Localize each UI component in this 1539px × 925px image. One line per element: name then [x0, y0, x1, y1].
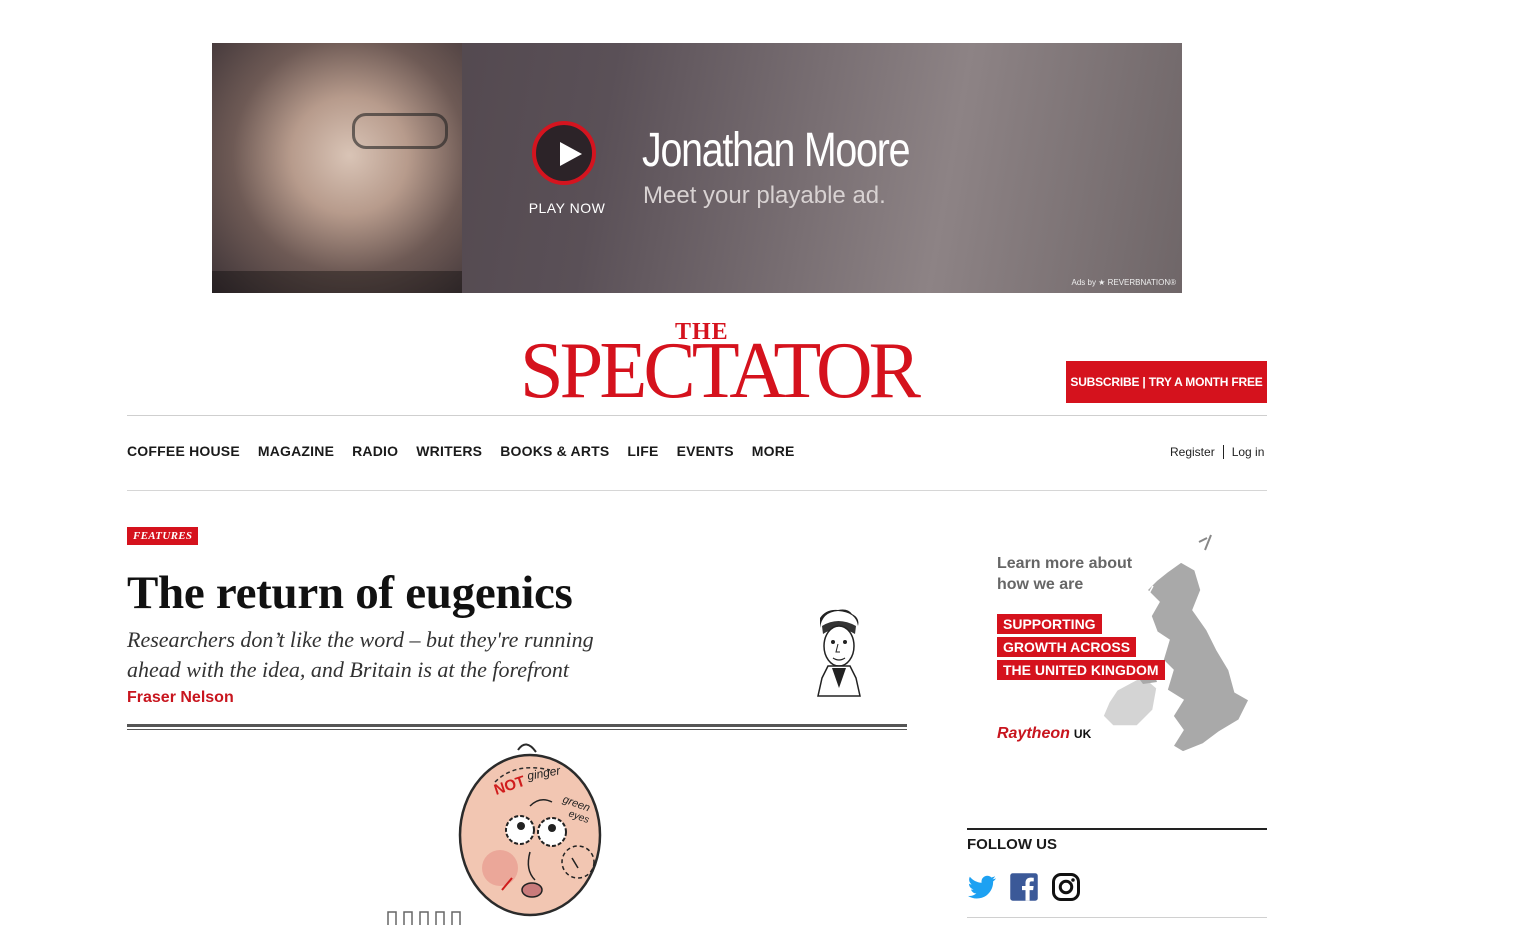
sidebar-ad[interactable]: Learn more about how we are SUPPORTING G…: [967, 520, 1267, 770]
nav-item-events[interactable]: EVENTS: [677, 443, 734, 459]
account-links: Register Log in: [1170, 445, 1264, 459]
sidebar-ad-line-3: THE UNITED KINGDOM: [997, 660, 1165, 680]
raytheon-logo: Raytheon UK: [997, 725, 1091, 743]
instagram-icon[interactable]: [1051, 872, 1081, 902]
sidebar-ad-line-1: SUPPORTING: [997, 614, 1102, 634]
follow-us-title: FOLLOW US: [967, 836, 1057, 853]
follow-bottom-divider: [967, 917, 1267, 918]
glasses-shape: [352, 113, 448, 149]
site-logo[interactable]: SPECTATOR: [520, 331, 921, 411]
sidebar-ad-intro: Learn more about how we are: [997, 555, 1133, 593]
register-link[interactable]: Register: [1170, 445, 1215, 459]
twitter-icon[interactable]: [967, 872, 997, 902]
article-illustration[interactable]: NOT ginger green eyes: [380, 740, 640, 925]
masthead: THE SPECTATOR SUBSCRIBE | TRY A MONTH FR…: [127, 293, 1267, 415]
ad-credit[interactable]: Ads by ★ REVERBNATION®: [1072, 278, 1177, 287]
facebook-icon[interactable]: [1009, 872, 1039, 902]
account-separator: [1222, 445, 1224, 459]
masthead-divider: [127, 415, 1267, 416]
play-now-label[interactable]: PLAY NOW: [512, 200, 622, 216]
nav-item-radio[interactable]: RADIO: [352, 443, 398, 459]
nav-item-more[interactable]: MORE: [752, 443, 795, 459]
sidebar-ad-line-2: GROWTH ACROSS: [997, 637, 1137, 657]
login-link[interactable]: Log in: [1232, 445, 1265, 459]
nav-item-life[interactable]: LIFE: [627, 443, 658, 459]
raytheon-suffix: UK: [1073, 727, 1092, 741]
follow-divider: [967, 828, 1267, 830]
play-icon[interactable]: [532, 121, 596, 185]
nav-item-magazine[interactable]: MAGAZINE: [258, 443, 334, 459]
ad-artist-photo: [212, 43, 462, 293]
main-nav: COFFEE HOUSE MAGAZINE RADIO WRITERS BOOK…: [127, 443, 795, 459]
section-badge[interactable]: FEATURES: [127, 527, 199, 545]
article-standfirst: Researchers don’t like the word – but th…: [127, 627, 594, 682]
nav-item-writers[interactable]: WRITERS: [416, 443, 482, 459]
nav-item-coffee-house[interactable]: COFFEE HOUSE: [127, 443, 240, 459]
author-link[interactable]: Fraser Nelson: [127, 689, 234, 707]
ad-tagline: Meet your playable ad.: [643, 182, 886, 209]
ad-artist-name: Jonathan Moore: [642, 124, 910, 177]
subscribe-button[interactable]: SUBSCRIBE | TRY A MONTH FREE: [1066, 361, 1267, 403]
article-headline: The return of eugenics: [127, 567, 573, 619]
raytheon-brand: Raytheon: [997, 725, 1070, 742]
article-rule-thin: [127, 729, 907, 730]
nav-divider: [127, 490, 1267, 491]
author-caricature[interactable]: [808, 608, 868, 698]
nav-item-books-arts[interactable]: BOOKS & ARTS: [500, 443, 609, 459]
photo-shade: [212, 271, 462, 293]
top-banner-ad[interactable]: PLAY NOW Jonathan Moore Meet your playab…: [212, 43, 1182, 293]
article-rule-thick: [127, 724, 907, 727]
